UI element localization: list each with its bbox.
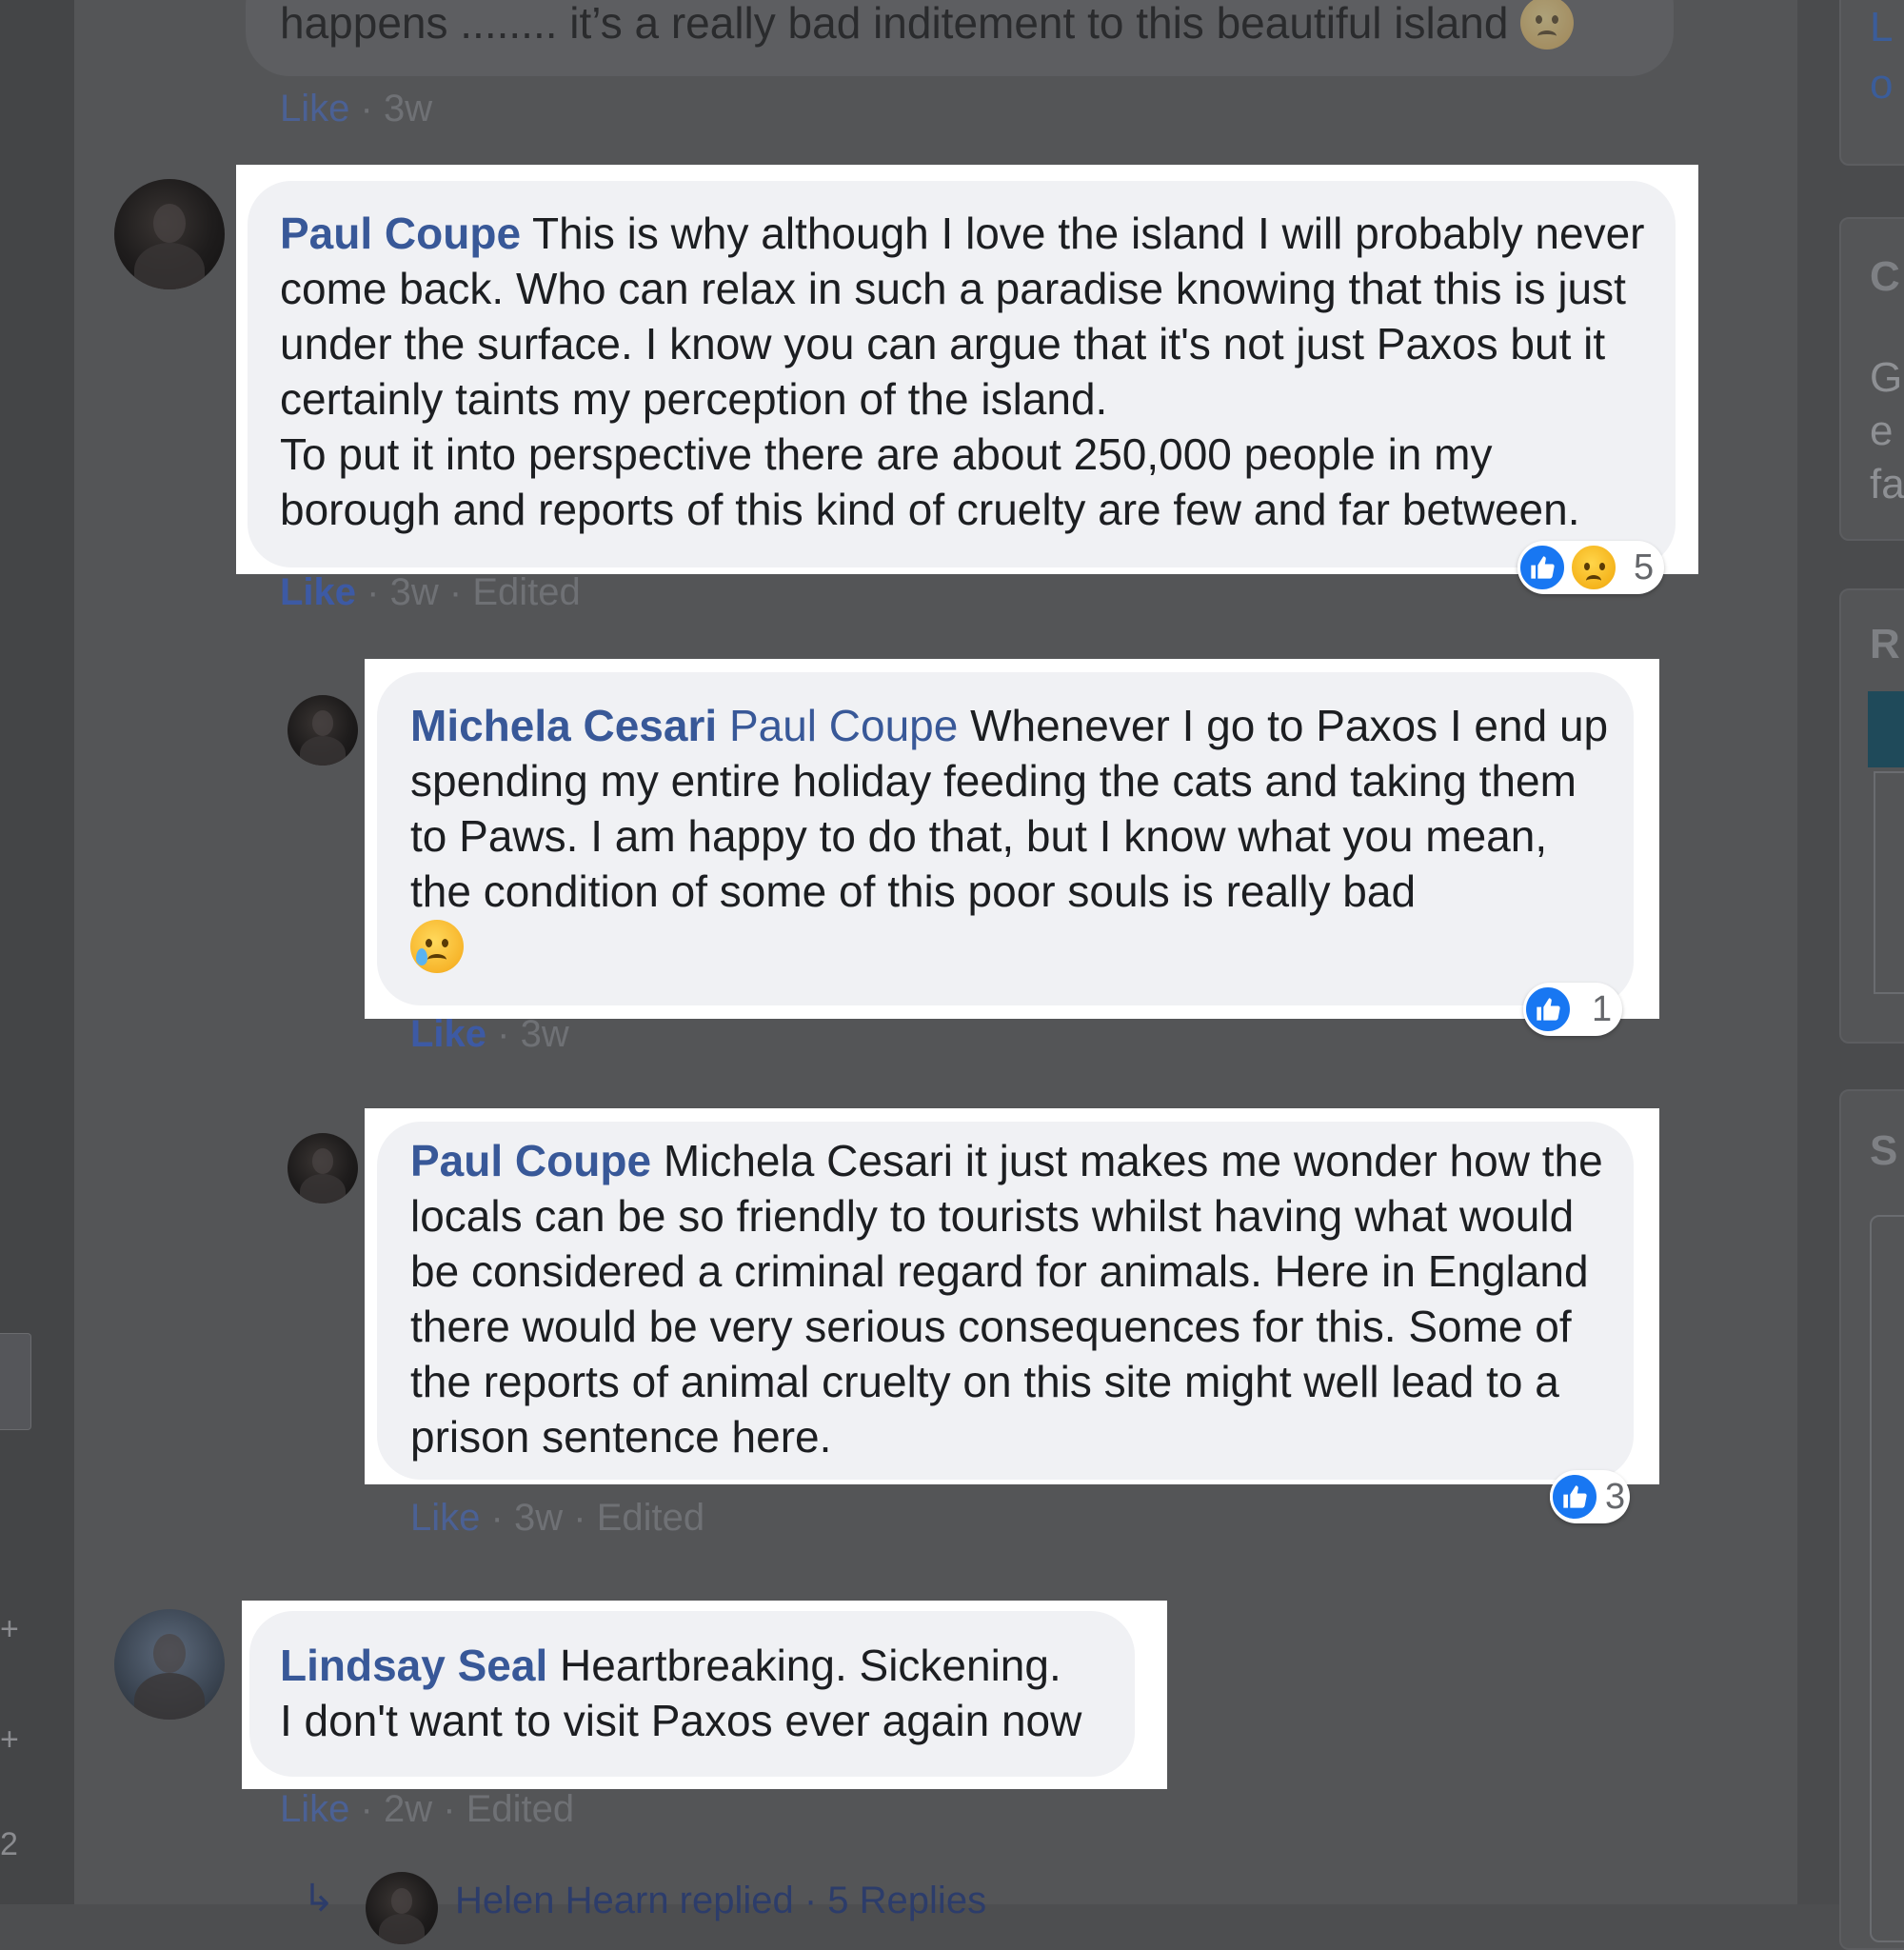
edited-label[interactable]: Edited bbox=[472, 571, 580, 613]
right-card: R bbox=[1839, 588, 1904, 1044]
right-card: S bbox=[1839, 1089, 1904, 1950]
avatar[interactable] bbox=[366, 1872, 438, 1944]
previous-comment-meta: Like · 3w bbox=[280, 88, 432, 130]
avatar[interactable] bbox=[114, 1609, 225, 1720]
comment-time[interactable]: 2w bbox=[384, 1788, 432, 1830]
comment-author[interactable]: Paul Coupe bbox=[410, 1136, 651, 1185]
view-replies-link[interactable]: Helen Hearn replied · 5 Replies bbox=[455, 1880, 986, 1922]
comment-meta: Like · 3w · Edited bbox=[410, 1497, 704, 1540]
reaction-count: 1 bbox=[1592, 989, 1613, 1029]
left-badge-icon: 2 bbox=[0, 1826, 18, 1862]
edited-label[interactable]: Edited bbox=[597, 1497, 704, 1539]
comment-meta: Like · 2w · Edited bbox=[280, 1788, 574, 1831]
sad-icon bbox=[1569, 543, 1618, 592]
reaction-count: 3 bbox=[1605, 1477, 1626, 1517]
left-plus-icon[interactable]: + bbox=[0, 1613, 19, 1645]
comment-mention[interactable]: Paul Coupe bbox=[729, 701, 958, 750]
meta-separator: · bbox=[573, 1497, 586, 1539]
meta-separator: · bbox=[360, 1788, 373, 1830]
crying-face-emoji-icon bbox=[410, 920, 464, 973]
right-card-thumbnail[interactable] bbox=[1868, 691, 1904, 767]
comment-time[interactable]: 3w bbox=[521, 1013, 569, 1055]
comment-body: Paul Coupe Michela Cesari it just makes … bbox=[410, 1133, 1610, 1464]
like-icon bbox=[1517, 543, 1567, 592]
like-icon bbox=[1523, 985, 1573, 1034]
comment-body: Paul Coupe This is why although I love t… bbox=[280, 206, 1651, 537]
right-card-text[interactable]: L bbox=[1870, 2, 1893, 53]
like-link[interactable]: Like bbox=[410, 1497, 480, 1539]
comment-time[interactable]: 3w bbox=[384, 88, 432, 129]
comment-body: Lindsay Seal Heartbreaking. Sickening. I… bbox=[280, 1638, 1118, 1748]
avatar[interactable] bbox=[114, 179, 225, 289]
comment-author[interactable]: Paul Coupe bbox=[280, 209, 521, 258]
meta-separator: · bbox=[443, 1788, 456, 1830]
comment-time[interactable]: 3w bbox=[390, 571, 439, 613]
left-sidebar: + + 2 bbox=[0, 0, 74, 1904]
right-card-box bbox=[1870, 1215, 1904, 1942]
grimacing-face-emoji-icon bbox=[1520, 0, 1575, 50]
like-link[interactable]: Like bbox=[410, 1013, 486, 1055]
meta-separator: · bbox=[360, 88, 373, 129]
right-card-text: e bbox=[1870, 408, 1894, 454]
left-collapsed-panel[interactable] bbox=[0, 1333, 31, 1430]
meta-separator: · bbox=[448, 571, 463, 613]
left-plus-icon[interactable]: + bbox=[0, 1723, 19, 1756]
meta-separator: · bbox=[497, 1013, 510, 1055]
previous-comment-text: happens ........ it’s a really bad indit… bbox=[280, 0, 1575, 50]
reaction-summary[interactable]: 1 bbox=[1523, 983, 1622, 1036]
like-link[interactable]: Like bbox=[280, 571, 356, 613]
reaction-summary[interactable]: 3 bbox=[1550, 1470, 1630, 1523]
right-card-text: fa bbox=[1870, 461, 1904, 507]
meta-separator: · bbox=[367, 571, 380, 613]
avatar[interactable] bbox=[288, 1133, 358, 1204]
like-icon bbox=[1550, 1472, 1599, 1522]
comment-author[interactable]: Lindsay Seal bbox=[280, 1641, 547, 1690]
like-link[interactable]: Like bbox=[280, 1788, 349, 1830]
comment-body: Michela Cesari Paul Coupe Whenever I go … bbox=[410, 698, 1610, 974]
right-card-heading: C bbox=[1870, 253, 1900, 300]
right-card-text[interactable]: o bbox=[1870, 59, 1893, 110]
reaction-count: 5 bbox=[1634, 547, 1655, 587]
right-card-heading: S bbox=[1870, 1127, 1898, 1174]
right-sidebar: L o C G e fa R S bbox=[1797, 0, 1904, 1950]
previous-comment-body: happens ........ it’s a really bad indit… bbox=[280, 0, 1509, 48]
reply-arrow-icon: ↳ bbox=[303, 1878, 335, 1920]
comment-author[interactable]: Michela Cesari bbox=[410, 701, 717, 750]
right-card-text: G bbox=[1870, 354, 1903, 401]
like-link[interactable]: Like bbox=[280, 88, 349, 129]
reaction-summary[interactable]: 5 bbox=[1517, 541, 1664, 594]
comment-meta: Like · 3w bbox=[410, 1013, 569, 1056]
comment-meta: Like · 3w · Edited bbox=[280, 571, 581, 614]
edited-label[interactable]: Edited bbox=[466, 1788, 574, 1830]
meta-separator: · bbox=[490, 1497, 504, 1539]
comment-time[interactable]: 3w bbox=[514, 1497, 563, 1539]
right-card: L o bbox=[1839, 0, 1904, 166]
right-card: C G e fa bbox=[1839, 217, 1904, 541]
right-card-heading: R bbox=[1870, 621, 1900, 667]
right-card-box bbox=[1874, 771, 1904, 994]
avatar[interactable] bbox=[288, 695, 358, 766]
